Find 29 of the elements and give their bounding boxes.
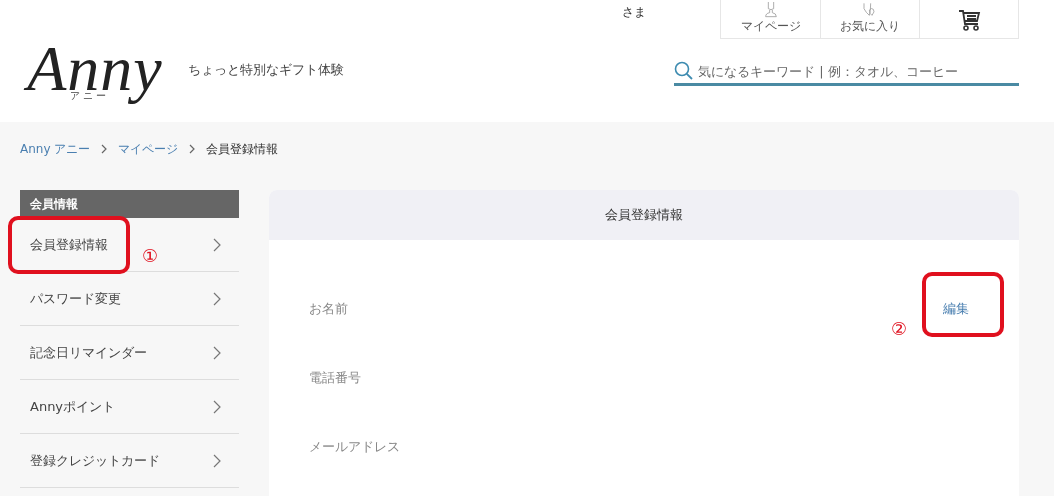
annotation-number: ① bbox=[142, 245, 159, 266]
sidebar-item[interactable]: パスワード変更 bbox=[20, 272, 239, 326]
breadcrumb-current: 会員登録情報 bbox=[206, 140, 279, 158]
chevron-icon bbox=[213, 345, 221, 360]
chevron-icon bbox=[213, 291, 221, 306]
chevron-icon bbox=[100, 144, 109, 154]
user-greeting: さま bbox=[622, 4, 646, 21]
chevron-icon bbox=[213, 453, 221, 468]
search-icon bbox=[674, 61, 694, 81]
sidebar-heading: 会員情報 bbox=[20, 190, 239, 218]
chevron-icon bbox=[213, 237, 221, 252]
sidebar-item[interactable]: 記念日リマインダー bbox=[20, 326, 239, 380]
breadcrumb-link[interactable]: マイページ bbox=[118, 140, 179, 158]
annotation-number: ② bbox=[891, 318, 908, 339]
card-title: 会員登録情報 bbox=[269, 190, 1019, 240]
tagline: ちょっと特別なギフト体験 bbox=[188, 61, 344, 79]
header-nav-button[interactable]: お気に入り bbox=[820, 0, 919, 38]
cart-icon bbox=[956, 9, 982, 31]
chevron-icon bbox=[188, 144, 197, 154]
breadcrumb-link[interactable]: Anny アニー bbox=[20, 140, 91, 158]
field-label: 電話番号 bbox=[309, 368, 361, 387]
sidebar-item[interactable]: Annyポイント bbox=[20, 380, 239, 434]
header-nav-button[interactable]: マイページ bbox=[721, 0, 820, 38]
search-field[interactable]: 気になるキーワード | 例：タオル、コーヒー bbox=[674, 61, 1019, 86]
sidebar-item[interactable]: 登録クレジットカード bbox=[20, 434, 239, 488]
field-label: メールアドレス bbox=[309, 437, 400, 456]
chevron-icon bbox=[213, 399, 221, 414]
field-label: お名前 bbox=[309, 299, 348, 318]
edit-link[interactable]: 編集 bbox=[943, 299, 969, 318]
